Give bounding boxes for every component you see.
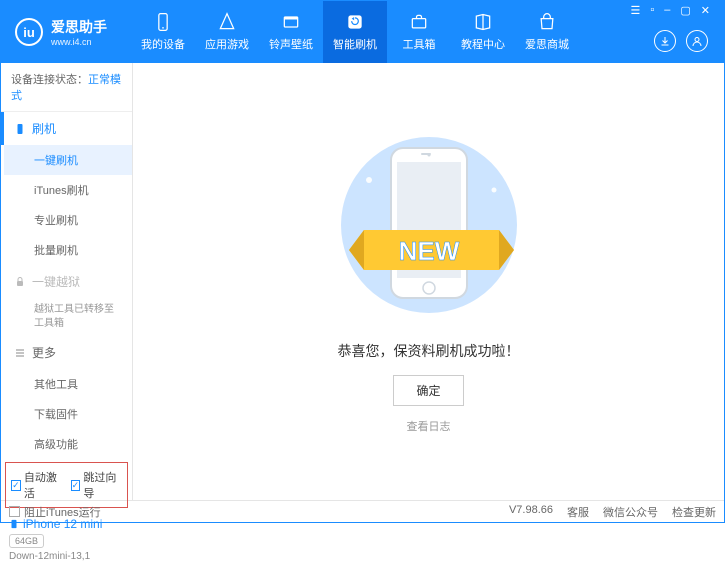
checkbox-auto-activate[interactable]: ✓ 自动激活: [11, 469, 63, 501]
skin-icon[interactable]: ▫: [646, 3, 658, 18]
confirm-button[interactable]: 确定: [393, 375, 463, 406]
nav-my-device[interactable]: 我的设备: [131, 1, 195, 63]
checkbox-icon: [9, 506, 20, 517]
app-title: 爱思助手: [51, 17, 107, 37]
check-icon: ✓: [11, 480, 21, 491]
view-log-link[interactable]: 查看日志: [407, 418, 451, 434]
user-button[interactable]: [686, 30, 708, 52]
nav-ringtone-wallpaper[interactable]: 铃声壁纸: [259, 1, 323, 63]
phone-icon: [153, 12, 173, 32]
checkbox-skip-guide[interactable]: ✓ 跳过向导: [71, 469, 123, 501]
media-icon: [281, 12, 301, 32]
sidebar-item-pro-flash[interactable]: 专业刷机: [4, 205, 132, 235]
more-icon: [14, 347, 26, 359]
check-icon: ✓: [71, 480, 81, 491]
sidebar-item-other-tools[interactable]: 其他工具: [4, 369, 132, 399]
nav-store[interactable]: 爱思商城: [515, 1, 579, 63]
toolbox-icon: [409, 12, 429, 32]
sidebar-item-oneclick-flash[interactable]: 一键刷机: [4, 145, 132, 175]
menu-icon[interactable]: ☰: [626, 3, 644, 18]
checkbox-block-itunes[interactable]: 阻止iTunes运行: [9, 504, 101, 520]
sidebar-item-batch-flash[interactable]: 批量刷机: [4, 235, 132, 265]
lock-icon: [14, 276, 26, 288]
refresh-icon: [345, 12, 365, 32]
app-subtitle: www.i4.cn: [51, 37, 107, 47]
device-panel: iPhone 12 mini 64GB Down-12mini-13,1: [1, 511, 132, 568]
sidebar-item-advanced[interactable]: 高级功能: [4, 429, 132, 459]
new-banner-text: NEW: [398, 236, 459, 266]
sidebar-item-itunes-flash[interactable]: iTunes刷机: [4, 175, 132, 205]
jailbreak-note: 越狱工具已转移至工具箱: [4, 298, 132, 336]
version-label: V7.98.66: [509, 504, 553, 520]
apps-icon: [217, 12, 237, 32]
book-icon: [473, 12, 493, 32]
sidebar: 设备连接状态：正常模式 刷机 一键刷机 iTunes刷机 专业刷机 批量刷机 一…: [1, 63, 133, 500]
footer-wechat[interactable]: 微信公众号: [603, 504, 658, 520]
maximize-icon[interactable]: ▢: [676, 3, 694, 18]
device-firmware: Down-12mini-13,1: [9, 551, 124, 562]
footer-update[interactable]: 检查更新: [672, 504, 716, 520]
storage-badge: 64GB: [9, 534, 44, 548]
nav-toolbox[interactable]: 工具箱: [387, 1, 451, 63]
logo-icon: iu: [15, 18, 43, 46]
footer-service[interactable]: 客服: [567, 504, 589, 520]
sidebar-item-download-firmware[interactable]: 下载固件: [4, 399, 132, 429]
header-right: ☰ ▫ – ▢ ✕: [626, 1, 724, 63]
success-illustration: NEW: [329, 130, 529, 323]
store-icon: [537, 12, 557, 32]
section-jailbreak[interactable]: 一键越狱: [4, 265, 132, 298]
logo-area: iu 爱思助手 www.i4.cn: [1, 17, 131, 47]
nav-tutorials[interactable]: 教程中心: [451, 1, 515, 63]
nav-smart-flash[interactable]: 智能刷机: [323, 1, 387, 63]
close-icon[interactable]: ✕: [697, 3, 714, 18]
success-message: 恭喜您，保资料刷机成功啦！: [338, 341, 520, 361]
minimize-icon[interactable]: –: [660, 3, 674, 18]
nav-apps-games[interactable]: 应用游戏: [195, 1, 259, 63]
options-highlight-box: ✓ 自动激活 ✓ 跳过向导: [5, 462, 128, 508]
app-header: iu 爱思助手 www.i4.cn 我的设备 应用游戏 铃声壁纸 智能刷机 工具…: [1, 1, 724, 63]
phone-icon: [14, 123, 26, 135]
section-more[interactable]: 更多: [4, 336, 132, 369]
connection-status: 设备连接状态：正常模式: [1, 63, 132, 112]
main-nav: 我的设备 应用游戏 铃声壁纸 智能刷机 工具箱 教程中心 爱思商城: [131, 1, 626, 63]
section-flash[interactable]: 刷机: [1, 112, 132, 145]
main-content: NEW 恭喜您，保资料刷机成功啦！ 确定 查看日志: [133, 63, 724, 500]
download-button[interactable]: [654, 30, 676, 52]
